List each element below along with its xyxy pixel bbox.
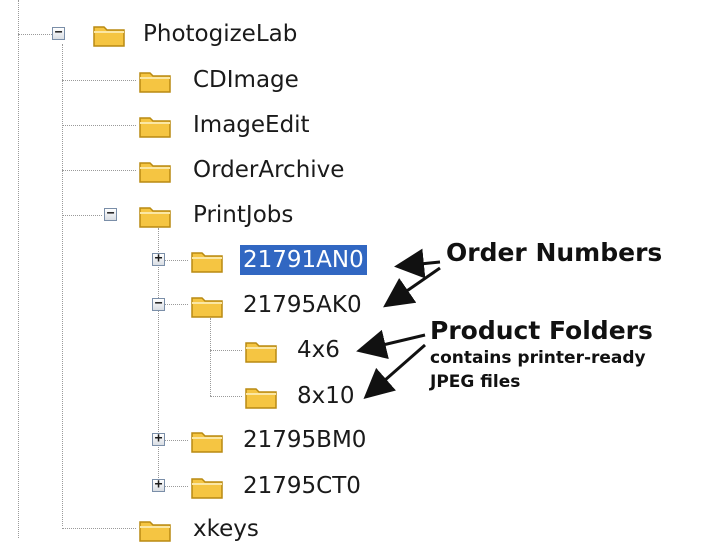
annotation-product-note-line2: JPEG files [430, 372, 521, 392]
annotation-product-folders: Product Folders [430, 316, 653, 345]
annotation-arrows [356, 248, 441, 399]
arrow-to-21795ak0 [383, 266, 441, 308]
annotation-product-note-line1: contains printer-ready [430, 348, 646, 368]
arrow-to-4x6 [356, 329, 426, 360]
arrow-to-21791an0 [394, 248, 441, 279]
arrow-to-8x10 [363, 343, 426, 399]
annotation-order-numbers: Order Numbers [446, 238, 663, 267]
